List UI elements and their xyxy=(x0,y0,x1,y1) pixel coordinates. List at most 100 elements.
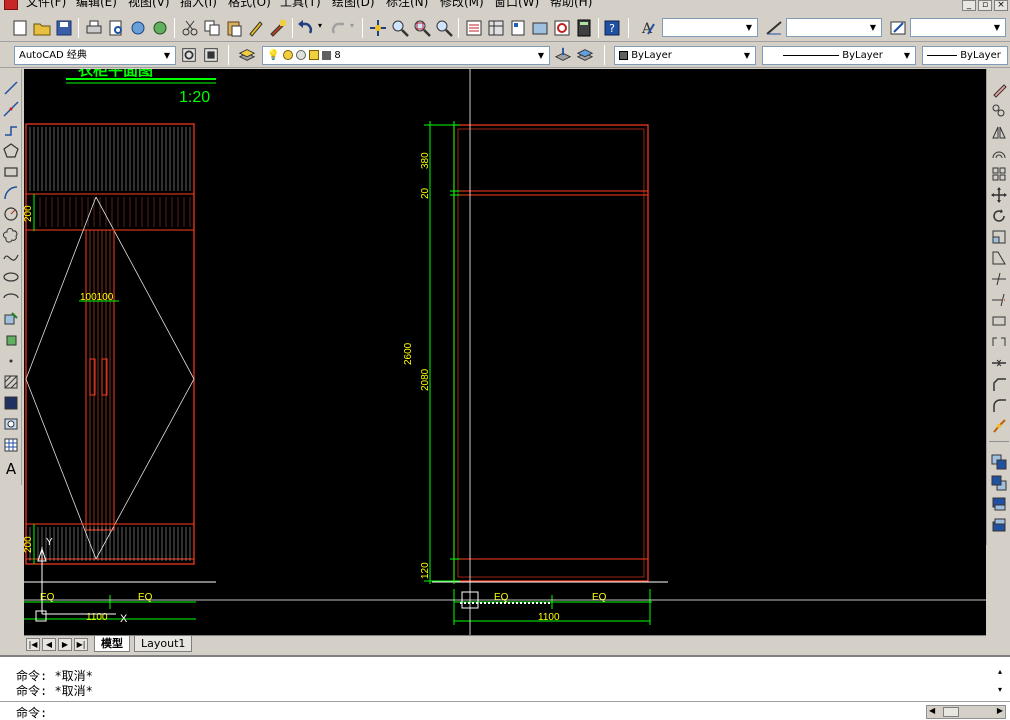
tab-layout1[interactable]: Layout1 xyxy=(134,636,193,652)
draw-order-below-icon[interactable] xyxy=(990,516,1008,534)
layer-freeze-icon[interactable] xyxy=(282,50,293,60)
spline-icon[interactable] xyxy=(2,247,20,265)
text-style-combo[interactable]: ▼ xyxy=(662,18,758,37)
linetype-combo[interactable]: ByLayer ▼ xyxy=(762,46,916,65)
print-icon[interactable] xyxy=(84,18,104,38)
prev-tab-icon[interactable]: ◀ xyxy=(42,638,56,651)
construction-line-icon[interactable] xyxy=(2,100,20,118)
next-tab-icon[interactable]: ▶ xyxy=(58,638,72,651)
properties-icon[interactable] xyxy=(464,18,484,38)
gradient-icon[interactable] xyxy=(2,394,20,412)
workspace-combo[interactable]: AutoCAD 经典 ▼ xyxy=(14,46,176,65)
autocad-app-icon[interactable] xyxy=(4,0,18,10)
calculator-icon[interactable] xyxy=(574,18,594,38)
table-style-icon[interactable] xyxy=(888,18,908,38)
table-style-combo[interactable]: ▼ xyxy=(910,18,1006,37)
scroll-left-icon[interactable]: ◀ xyxy=(929,706,935,715)
first-tab-icon[interactable]: |◀ xyxy=(26,638,40,651)
layer-manager-icon[interactable] xyxy=(238,46,256,64)
menu-modify[interactable]: 修改(M) xyxy=(440,0,484,9)
last-tab-icon[interactable]: ▶| xyxy=(74,638,88,651)
menu-insert[interactable]: 插入(I) xyxy=(180,0,217,9)
rotate-icon[interactable] xyxy=(990,207,1008,225)
chamfer-icon[interactable] xyxy=(990,375,1008,393)
cut-icon[interactable] xyxy=(180,18,200,38)
layer-lock-icon[interactable] xyxy=(309,50,320,60)
break-icon[interactable] xyxy=(990,333,1008,351)
layer-previous-icon[interactable] xyxy=(576,46,594,64)
zoom-realtime-icon[interactable] xyxy=(390,18,410,38)
copy-icon[interactable] xyxy=(202,18,222,38)
pan-icon[interactable] xyxy=(368,18,388,38)
hatch-icon[interactable] xyxy=(2,373,20,391)
new-file-icon[interactable] xyxy=(10,18,30,38)
join-icon[interactable] xyxy=(990,354,1008,372)
minimize-icon[interactable]: _ xyxy=(962,0,976,11)
menu-window[interactable]: 窗口(W) xyxy=(494,0,539,9)
tool-palettes-icon[interactable] xyxy=(508,18,528,38)
scroll-thumb[interactable] xyxy=(943,707,959,717)
menu-format[interactable]: 格式(O) xyxy=(228,0,271,9)
region-icon[interactable] xyxy=(2,415,20,433)
table-icon[interactable] xyxy=(2,436,20,454)
layer-viewport-freeze-icon[interactable] xyxy=(295,50,306,60)
ellipse-icon[interactable] xyxy=(2,268,20,286)
text-style-icon[interactable]: A xyxy=(638,18,658,38)
erase-icon[interactable] xyxy=(990,81,1008,99)
dimension-style-combo[interactable]: ▼ xyxy=(786,18,882,37)
menu-file[interactable]: 文件(F) xyxy=(26,0,66,9)
workspace-save-icon[interactable] xyxy=(202,46,220,64)
trim-icon[interactable] xyxy=(990,270,1008,288)
undo-dropdown-icon[interactable]: ▾ xyxy=(318,21,322,30)
explode-icon[interactable] xyxy=(990,417,1008,435)
menu-draw[interactable]: 绘图(D) xyxy=(332,0,375,9)
menu-help[interactable]: 帮助(H) xyxy=(550,0,592,9)
arc-icon[interactable] xyxy=(2,184,20,202)
close-icon[interactable]: × xyxy=(994,0,1008,11)
stretch-icon[interactable] xyxy=(990,249,1008,267)
drawing-canvas[interactable]: 衣柜平面图 1:20 200 100100 200 EQ EQ 1100 Y X… xyxy=(24,69,986,635)
zoom-previous-icon[interactable] xyxy=(434,18,454,38)
markup-icon[interactable] xyxy=(552,18,572,38)
dimension-style-icon[interactable] xyxy=(764,18,784,38)
polygon-icon[interactable] xyxy=(2,142,20,160)
redo-icon[interactable] xyxy=(328,18,348,38)
undo-icon[interactable] xyxy=(296,18,316,38)
publish-icon[interactable] xyxy=(128,18,148,38)
revision-cloud-icon[interactable] xyxy=(2,226,20,244)
match-properties-icon[interactable] xyxy=(246,18,266,38)
open-file-icon[interactable] xyxy=(32,18,52,38)
draw-order-above-icon[interactable] xyxy=(990,495,1008,513)
print-preview-icon[interactable] xyxy=(106,18,126,38)
menu-view[interactable]: 视图(V) xyxy=(128,0,170,9)
menu-dimension[interactable]: 标注(N) xyxy=(386,0,428,9)
fillet-icon[interactable] xyxy=(990,396,1008,414)
point-icon[interactable] xyxy=(2,352,20,370)
scroll-right-icon[interactable]: ▶ xyxy=(997,706,1003,715)
workspace-settings-icon[interactable] xyxy=(180,46,198,64)
command-prompt[interactable]: 命令: xyxy=(16,706,47,720)
save-icon[interactable] xyxy=(54,18,74,38)
lineweight-combo[interactable]: ByLayer xyxy=(922,46,1008,65)
tab-model[interactable]: 模型 xyxy=(94,636,130,652)
rectangle-icon[interactable] xyxy=(2,163,20,181)
zoom-window-icon[interactable] xyxy=(412,18,432,38)
offset-icon[interactable] xyxy=(990,144,1008,162)
restore-icon[interactable]: ▫ xyxy=(978,0,992,11)
command-scrollbar[interactable]: ▴ ▾ xyxy=(994,667,1006,699)
layer-on-icon[interactable]: 💡 xyxy=(267,50,279,61)
polyline-icon[interactable] xyxy=(2,121,20,139)
sheet-set-icon[interactable] xyxy=(530,18,550,38)
redo-dropdown-icon[interactable]: ▾ xyxy=(350,21,354,30)
3d-dwf-icon[interactable] xyxy=(150,18,170,38)
design-center-icon[interactable] xyxy=(486,18,506,38)
copy-object-icon[interactable] xyxy=(990,102,1008,120)
line-icon[interactable] xyxy=(2,79,20,97)
block-editor-icon[interactable] xyxy=(268,18,288,38)
ellipse-arc-icon[interactable] xyxy=(2,289,20,307)
extend-icon[interactable] xyxy=(990,291,1008,309)
help-icon[interactable]: ? xyxy=(602,18,622,38)
break-at-point-icon[interactable] xyxy=(990,312,1008,330)
array-icon[interactable] xyxy=(990,165,1008,183)
multiline-text-icon[interactable]: A xyxy=(2,459,20,477)
